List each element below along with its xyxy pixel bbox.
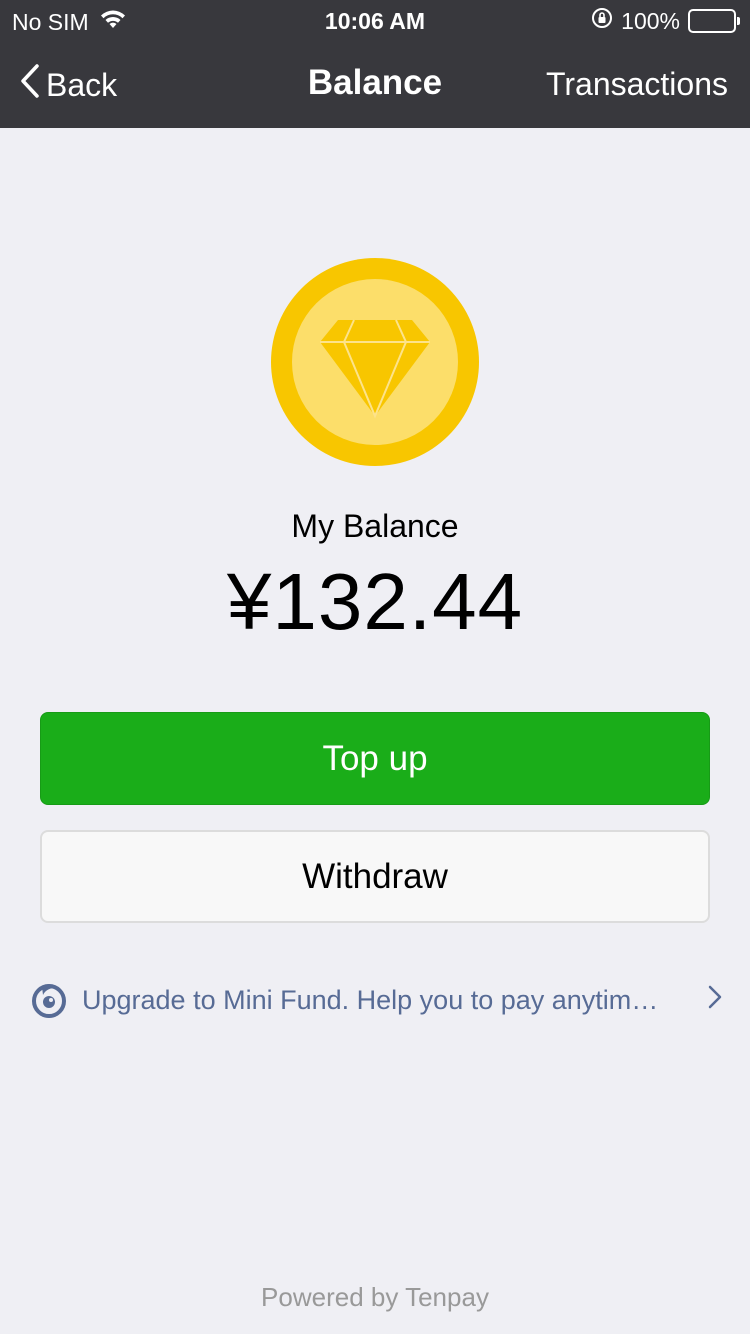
diamond-icon bbox=[320, 319, 430, 419]
status-right-group: 100% bbox=[591, 7, 740, 35]
promo-text: Upgrade to Mini Fund. Help you to pay an… bbox=[82, 984, 659, 1015]
powered-by-footer: Powered by Tenpay bbox=[261, 1282, 489, 1312]
balance-page: No SIM 10:06 AM 100% Back Balance Transa… bbox=[0, 0, 750, 1334]
balance-amount: ¥132.44 bbox=[226, 557, 524, 646]
chevron-right-icon bbox=[708, 985, 722, 1016]
status-bar: No SIM 10:06 AM 100% bbox=[0, 0, 750, 40]
withdraw-button[interactable]: Withdraw bbox=[40, 830, 710, 923]
nav-bar: Back Balance Transactions bbox=[0, 40, 750, 128]
balance-label: My Balance bbox=[291, 508, 459, 544]
orientation-lock-icon bbox=[591, 7, 613, 35]
battery-percent: 100% bbox=[621, 7, 680, 34]
balance-coin-icon bbox=[271, 258, 479, 466]
battery-icon bbox=[688, 9, 740, 33]
mini-fund-promo-link[interactable]: Upgrade to Mini Fund. Help you to pay an… bbox=[30, 978, 722, 1022]
mini-fund-icon bbox=[30, 981, 68, 1019]
top-up-button[interactable]: Top up bbox=[40, 712, 710, 805]
top-bar: No SIM 10:06 AM 100% Back Balance Transa… bbox=[0, 0, 750, 128]
transactions-button[interactable]: Transactions bbox=[546, 66, 728, 103]
